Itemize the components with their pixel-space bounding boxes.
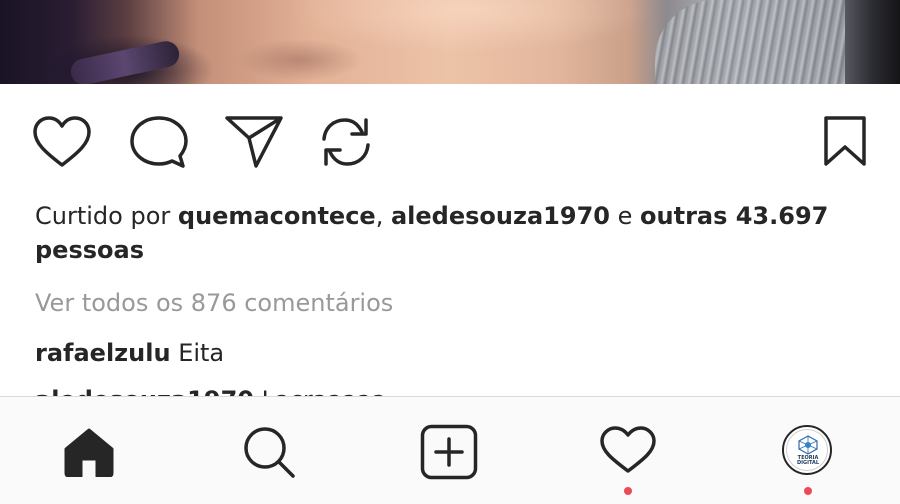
liked-separator: , — [375, 202, 384, 230]
comment-item: aledesouza1970 Lacraaaaa — [35, 383, 386, 396]
bottom-tab-bar: TEORIA DIGITAL — [0, 396, 900, 504]
avatar-text: TEORIA DIGITAL — [796, 455, 820, 466]
comment-username[interactable]: rafaelzulu — [35, 339, 171, 367]
avatar: TEORIA DIGITAL — [782, 425, 832, 475]
tab-home[interactable] — [38, 397, 138, 504]
home-filled-icon — [62, 427, 116, 477]
comment-username[interactable]: aledesouza1970 — [35, 386, 254, 396]
heart-outline-icon[interactable] — [33, 116, 91, 168]
tab-activity[interactable] — [578, 397, 678, 504]
comment-item: rafaelzulu Eita — [35, 336, 224, 370]
speech-bubble-icon[interactable] — [130, 116, 188, 170]
bookmark-icon[interactable] — [823, 115, 867, 167]
avatar-logo: TEORIA DIGITAL — [786, 429, 828, 471]
search-icon — [242, 425, 296, 479]
likes-summary[interactable]: Curtido por quemacontece, aledesouza1970… — [35, 199, 875, 267]
tab-new-post[interactable] — [398, 397, 498, 504]
photo-sleeve — [655, 0, 845, 84]
liked-user-link[interactable]: quemacontece — [178, 202, 376, 230]
repost-arrows-icon[interactable] — [318, 114, 374, 170]
tab-profile[interactable]: TEORIA DIGITAL — [758, 397, 858, 504]
comment-text: Lacraaaaa — [262, 386, 387, 396]
paper-plane-icon[interactable] — [224, 114, 284, 170]
notification-dot — [804, 487, 812, 495]
post-photo[interactable] — [0, 0, 900, 84]
liked-conjunction: e — [617, 202, 633, 230]
liked-user-link[interactable]: aledesouza1970 — [391, 202, 610, 230]
liked-prefix: Curtido por — [35, 202, 171, 230]
tab-search[interactable] — [218, 397, 318, 504]
notification-dot — [624, 487, 632, 495]
view-all-comments-link[interactable]: Ver todos os 876 comentários — [35, 286, 393, 320]
plus-square-icon — [420, 424, 478, 480]
comment-text: Eita — [178, 339, 225, 367]
post-actions-bar — [0, 84, 900, 196]
heart-outline-icon — [600, 426, 656, 474]
